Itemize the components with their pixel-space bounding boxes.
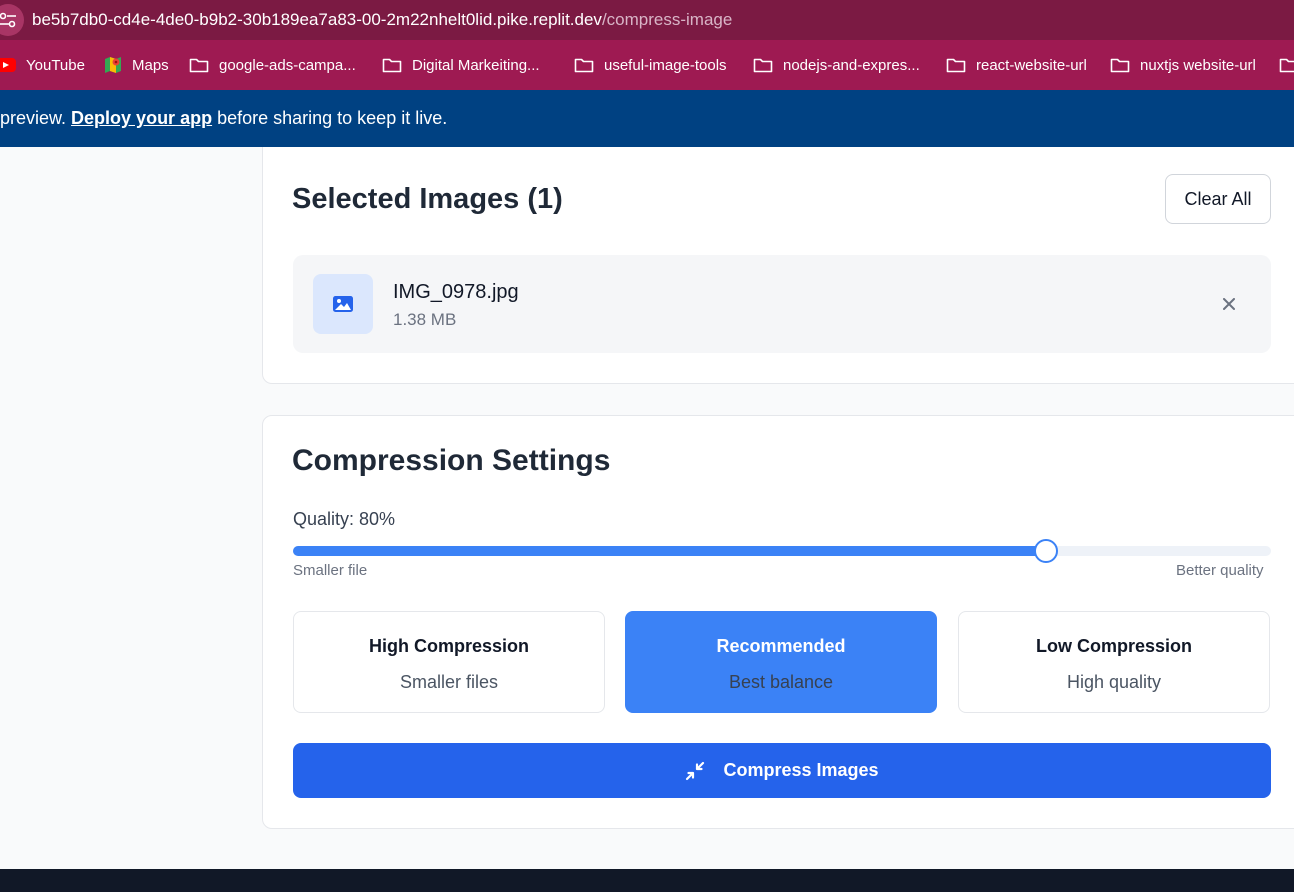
page-footer [0, 869, 1294, 892]
bookmark-folder[interactable]: nodejs-and-expres... [753, 54, 920, 76]
folder-icon [1110, 58, 1130, 73]
site-settings-icon[interactable] [0, 4, 24, 36]
bookmark-folder[interactable]: react-website-url [946, 54, 1087, 76]
preset-subtitle: Smaller files [399, 672, 499, 692]
clear-all-button[interactable]: Clear All [1165, 174, 1271, 224]
folder-icon [189, 58, 209, 73]
youtube-icon [0, 58, 16, 72]
folder-icon [574, 58, 594, 73]
folder-icon [946, 58, 966, 73]
url-path: /compress-image [601, 10, 733, 29]
url-host: be5b7db0-cd4e-4de0-b9b2-30b189ea7a83-00-… [32, 10, 602, 29]
deploy-link[interactable]: Deploy your app [71, 108, 212, 128]
bookmark-maps[interactable]: Maps [104, 54, 169, 76]
file-name: IMG_0978.jpg [393, 281, 519, 303]
quality-slider-thumb[interactable] [1034, 539, 1059, 563]
maps-icon [105, 57, 121, 73]
bookmark-folder[interactable]: useful-image-tools [574, 54, 727, 76]
compress-images-button[interactable]: Compress Images [293, 743, 1271, 798]
bookmark-label: react-website-url [976, 56, 1087, 74]
selected-images-title: Selected Images (1) [292, 183, 563, 215]
bookmark-label: useful-image-tools [604, 56, 727, 74]
preset-low-compression[interactable]: Low Compression High quality [958, 611, 1270, 713]
bookmark-youtube[interactable]: YouTube [0, 54, 85, 76]
file-thumbnail [313, 274, 373, 334]
bookmarks-bar: YouTube Maps google-ads-campa... Digital… [0, 40, 1294, 90]
quality-label: Quality: 80% [293, 509, 396, 529]
bookmark-folder-overflow[interactable] [1279, 54, 1294, 76]
bookmark-label: Digital Markeiting... [412, 56, 540, 74]
preset-title: High Compression [368, 636, 529, 656]
slider-min-label: Smaller file [293, 562, 368, 579]
compress-icon [686, 761, 705, 780]
preset-subtitle: High quality [1066, 672, 1162, 692]
banner-prefix: preview. [0, 108, 72, 128]
preset-title: Low Compression [1035, 636, 1192, 656]
bookmark-folder[interactable]: google-ads-campa... [189, 54, 356, 76]
compress-images-label: Compress Images [723, 760, 879, 780]
bookmark-label: nuxtjs website-url [1140, 56, 1256, 74]
banner-suffix: before sharing to keep it live. [212, 108, 448, 128]
remove-file-button[interactable] [1218, 293, 1240, 315]
bookmark-label: Maps [132, 56, 169, 74]
close-icon [1223, 298, 1235, 310]
preset-subtitle: Best balance [728, 672, 834, 692]
folder-icon [1279, 58, 1294, 73]
folder-icon [753, 58, 773, 73]
bookmark-label: nodejs-and-expres... [783, 56, 920, 74]
bookmark-label: google-ads-campa... [219, 56, 356, 74]
folder-icon [382, 58, 402, 73]
slider-max-label: Better quality [1176, 562, 1264, 579]
address-bar[interactable]: be5b7db0-cd4e-4de0-b9b2-30b189ea7a83-00-… [0, 0, 1294, 40]
file-list-item: IMG_0978.jpg 1.38 MB [293, 255, 1271, 353]
quality-slider-fill [293, 546, 1047, 556]
bookmark-label: YouTube [26, 56, 85, 74]
bookmark-folder[interactable]: nuxtjs website-url [1110, 54, 1256, 76]
url-text[interactable]: be5b7db0-cd4e-4de0-b9b2-30b189ea7a83-00-… [32, 10, 732, 30]
quality-slider[interactable] [293, 539, 1271, 563]
preset-recommended[interactable]: Recommended Best balance [625, 611, 937, 713]
preset-high-compression[interactable]: High Compression Smaller files [293, 611, 605, 713]
compression-settings-title: Compression Settings [292, 444, 611, 477]
bookmark-folder[interactable]: Digital Markeiting... [382, 54, 540, 76]
preset-title: Recommended [716, 636, 846, 656]
file-size: 1.38 MB [393, 310, 457, 329]
preview-banner: preview. Deploy your app before sharing … [0, 90, 1294, 147]
image-icon [333, 296, 353, 312]
